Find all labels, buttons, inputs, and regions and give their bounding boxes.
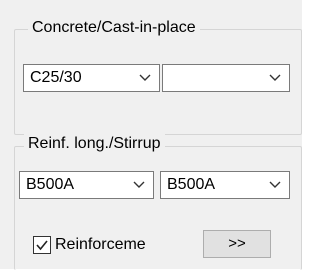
chevron-down-icon [269, 181, 281, 188]
concrete-group-title: Concrete/Cast-in-place [28, 18, 200, 38]
reinforcement-group-title: Reinf. long./Stirrup [24, 134, 165, 154]
stirrup-value: B500A [167, 176, 216, 193]
concrete-grade-select[interactable]: C25/30 [23, 64, 160, 92]
concrete-secondary-select[interactable] [162, 64, 290, 92]
concrete-grade-value: C25/30 [30, 69, 82, 86]
chevron-down-icon [269, 74, 281, 81]
stirrup-select[interactable]: B500A [160, 171, 290, 199]
more-button[interactable]: >> [203, 230, 271, 258]
checkmark-icon [36, 240, 48, 251]
chevron-down-icon [133, 181, 145, 188]
long-reinforcement-select[interactable]: B500A [19, 171, 154, 199]
reinforcement-checkbox[interactable] [33, 236, 51, 254]
long-reinforcement-value: B500A [26, 176, 75, 193]
chevron-down-icon [139, 74, 151, 81]
reinforcement-checkbox-label[interactable]: Reinforceme [55, 234, 173, 256]
settings-panel: Concrete/Cast-in-place C25/30 Reinf. lon… [0, 0, 302, 270]
